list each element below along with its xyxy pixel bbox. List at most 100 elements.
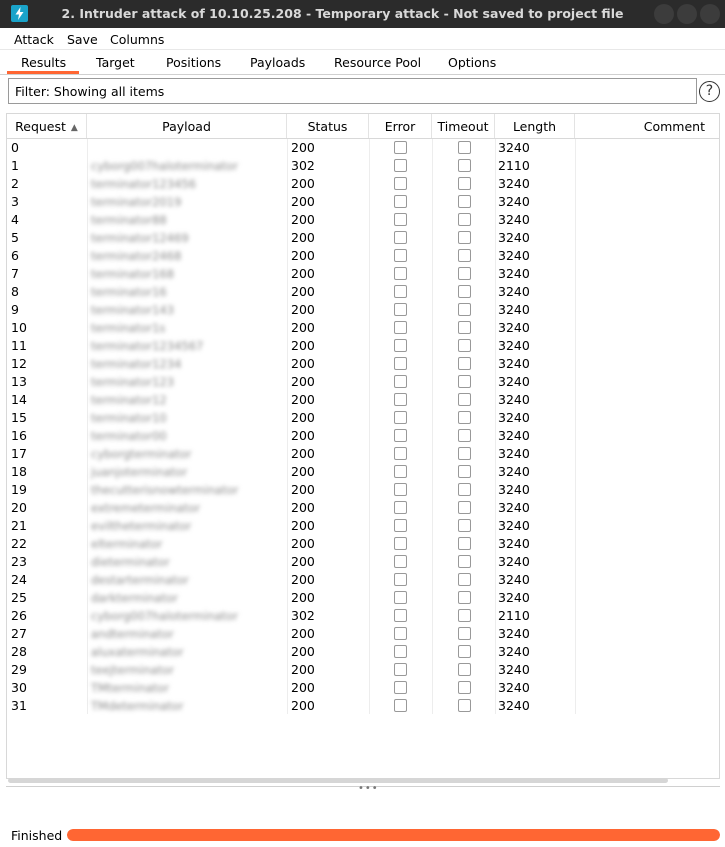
table-row[interactable]: 3 terminator2019 200 3240 — [7, 193, 719, 211]
column-header-payload[interactable]: Payload — [87, 114, 287, 138]
status-cell: 200 — [291, 680, 315, 695]
column-header-timeout[interactable]: Timeout — [432, 114, 495, 138]
request-cell: 13 — [11, 374, 27, 389]
table-row[interactable]: 21 eviltheterminator 200 3240 — [7, 517, 719, 535]
table-row[interactable]: 24 destarterminator 200 3240 — [7, 571, 719, 589]
timeout-checkbox — [458, 159, 471, 172]
tab-positions[interactable]: Positions — [166, 55, 221, 70]
length-cell: 3240 — [498, 230, 530, 245]
error-checkbox — [394, 321, 407, 334]
table-row[interactable]: 25 darkterminator 200 3240 — [7, 589, 719, 607]
table-row[interactable]: 2 terminator123456 200 3240 — [7, 175, 719, 193]
request-cell: 22 — [11, 536, 27, 551]
length-cell: 3240 — [498, 284, 530, 299]
table-row[interactable]: 12 terminator1234 200 3240 — [7, 355, 719, 373]
timeout-checkbox — [458, 645, 471, 658]
table-row[interactable]: 15 terminator10 200 3240 — [7, 409, 719, 427]
table-row[interactable]: 9 terminator143 200 3240 — [7, 301, 719, 319]
request-cell: 5 — [11, 230, 19, 245]
timeout-checkbox — [458, 177, 471, 190]
payload-cell: cyborg007haloterminator — [91, 609, 238, 623]
timeout-checkbox — [458, 483, 471, 496]
timeout-checkbox — [458, 555, 471, 568]
results-table: Request ▲ Payload Status Error Timeout Le… — [6, 113, 720, 779]
column-header-status[interactable]: Status — [287, 114, 369, 138]
table-row[interactable]: 16 terminator00 200 3240 — [7, 427, 719, 445]
status-cell: 302 — [291, 608, 315, 623]
payload-cell: terminator168 — [91, 267, 175, 281]
column-header-length[interactable]: Length — [495, 114, 575, 138]
tab-results[interactable]: Results — [21, 55, 66, 70]
payload-cell: terminator12469 — [91, 231, 189, 245]
table-row[interactable]: 11 terminator1234567 200 3240 — [7, 337, 719, 355]
table-row[interactable]: 26 cyborg007haloterminator 302 2110 — [7, 607, 719, 625]
table-row[interactable]: 8 terminator16 200 3240 — [7, 283, 719, 301]
tab-options[interactable]: Options — [448, 55, 496, 70]
request-cell: 15 — [11, 410, 27, 425]
maximize-button[interactable] — [677, 4, 697, 24]
error-checkbox — [394, 465, 407, 478]
error-checkbox — [394, 141, 407, 154]
intruder-attack-window: 2. Intruder attack of 10.10.25.208 - Tem… — [0, 0, 725, 847]
length-cell: 3240 — [498, 572, 530, 587]
error-checkbox — [394, 393, 407, 406]
table-row[interactable]: 29 teejterminator 200 3240 — [7, 661, 719, 679]
table-row[interactable]: 18 juanjoterminator 200 3240 — [7, 463, 719, 481]
table-body: 0 200 3240 1 cyborg007haloterminator 302 2110 2… — [7, 139, 719, 715]
table-row[interactable]: 1 cyborg007haloterminator 302 2110 — [7, 157, 719, 175]
error-checkbox — [394, 573, 407, 586]
filter-bar[interactable]: Filter: Showing all items — [8, 78, 697, 104]
table-row[interactable]: 19 thecutterisnowterminator 200 3240 — [7, 481, 719, 499]
tab-target[interactable]: Target — [96, 55, 135, 70]
status-cell: 200 — [291, 374, 315, 389]
minimize-button[interactable] — [654, 4, 674, 24]
table-row[interactable]: 5 terminator12469 200 3240 — [7, 229, 719, 247]
request-cell: 11 — [11, 338, 27, 353]
table-row[interactable]: 0 200 3240 — [7, 139, 719, 157]
length-cell: 3240 — [498, 266, 530, 281]
table-header: Request ▲ Payload Status Error Timeout Le… — [7, 114, 719, 139]
column-header-request[interactable]: Request ▲ — [7, 114, 87, 138]
length-cell: 3240 — [498, 194, 530, 209]
payload-cell: terminator143 — [91, 303, 175, 317]
tab-payloads[interactable]: Payloads — [250, 55, 305, 70]
table-row[interactable]: 31 TMdeterminator 200 3240 — [7, 697, 719, 715]
splitter-grip-icon[interactable]: ••• — [358, 783, 379, 794]
column-header-comment[interactable]: Comment — [575, 114, 719, 138]
length-cell: 3240 — [498, 518, 530, 533]
tab-resource-pool[interactable]: Resource Pool — [334, 55, 421, 70]
menu-columns[interactable]: Columns — [110, 32, 164, 47]
error-checkbox — [394, 429, 407, 442]
table-row[interactable]: 22 elterminator 200 3240 — [7, 535, 719, 553]
table-row[interactable]: 23 dieterminator 200 3240 — [7, 553, 719, 571]
request-cell: 30 — [11, 680, 27, 695]
payload-cell: eviltheterminator — [91, 519, 192, 533]
payload-cell: teejterminator — [91, 663, 174, 677]
column-header-error[interactable]: Error — [369, 114, 432, 138]
status-cell: 200 — [291, 248, 315, 263]
table-row[interactable]: 13 terminator123 200 3240 — [7, 373, 719, 391]
status-cell: 200 — [291, 356, 315, 371]
table-row[interactable]: 30 TMterminator 200 3240 — [7, 679, 719, 697]
table-row[interactable]: 14 terminator12 200 3240 — [7, 391, 719, 409]
table-row[interactable]: 27 andterminator 200 3240 — [7, 625, 719, 643]
close-button[interactable] — [700, 4, 720, 24]
help-icon[interactable]: ? — [699, 81, 720, 102]
menu-save[interactable]: Save — [67, 32, 98, 47]
timeout-checkbox — [458, 411, 471, 424]
menu-attack[interactable]: Attack — [14, 32, 54, 47]
timeout-checkbox — [458, 591, 471, 604]
table-row[interactable]: 4 terminator88 200 3240 — [7, 211, 719, 229]
status-cell: 200 — [291, 590, 315, 605]
table-row[interactable]: 28 aluxaterminator 200 3240 — [7, 643, 719, 661]
table-row[interactable]: 17 cyborgterminator 200 3240 — [7, 445, 719, 463]
error-checkbox — [394, 447, 407, 460]
length-cell: 3240 — [498, 662, 530, 677]
horizontal-scrollbar[interactable] — [8, 778, 668, 783]
table-row[interactable]: 10 terminator1s 200 3240 — [7, 319, 719, 337]
timeout-checkbox — [458, 213, 471, 226]
status-cell: 200 — [291, 662, 315, 677]
table-row[interactable]: 7 terminator168 200 3240 — [7, 265, 719, 283]
table-row[interactable]: 6 terminator2468 200 3240 — [7, 247, 719, 265]
table-row[interactable]: 20 extremeterminator 200 3240 — [7, 499, 719, 517]
